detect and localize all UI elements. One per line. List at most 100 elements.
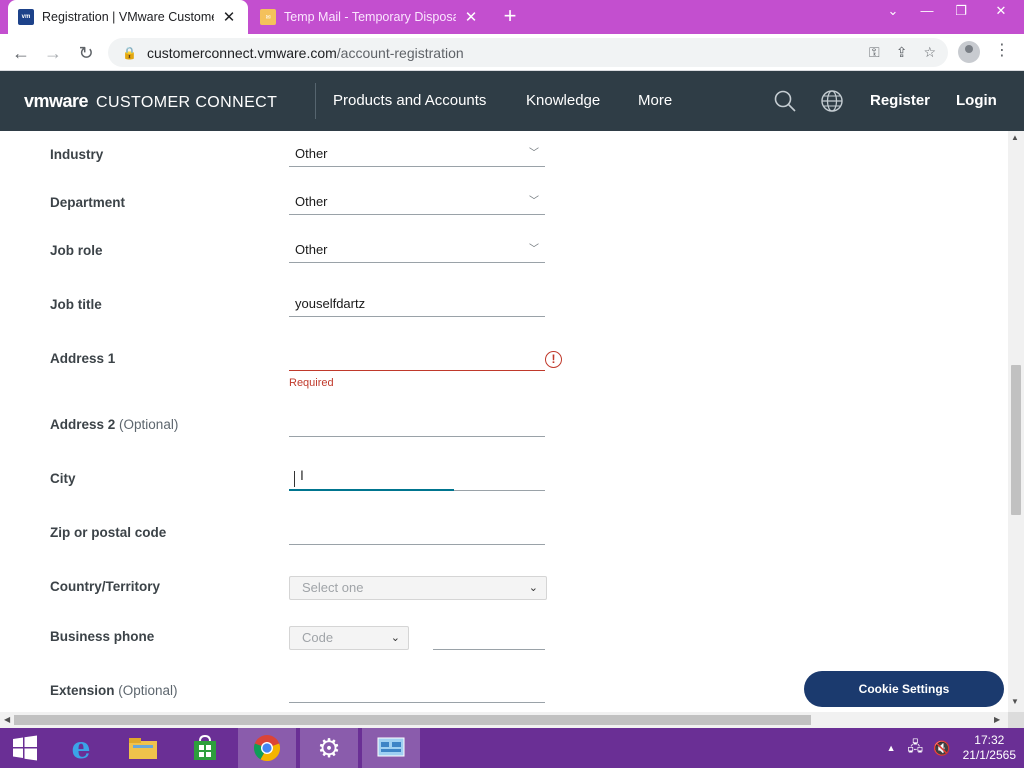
url-path: /account-registration — [336, 44, 464, 61]
error-alert-icon: ! — [545, 351, 562, 368]
search-icon[interactable] — [773, 89, 797, 113]
share-icon[interactable]: ⇪ — [896, 44, 908, 61]
scroll-down-arrow-icon[interactable]: ▼ — [1011, 697, 1019, 706]
job-role-select[interactable]: Other ﹀ — [289, 239, 545, 263]
job-title-input[interactable]: youselfdartz — [289, 293, 545, 317]
browser-menu-icon[interactable]: ⋮ — [994, 40, 1010, 60]
windows-taskbar: e ⚙ ▲ 🖧 🔇 17:32 21/1/2565 — [0, 728, 1024, 768]
country-label: Country/Territory — [50, 579, 161, 594]
show-hidden-icons-icon[interactable]: ▲ — [887, 743, 896, 753]
department-select[interactable]: Other ﹀ — [289, 191, 545, 215]
department-label: Department — [50, 195, 126, 210]
volume-muted-icon[interactable]: 🔇 — [933, 740, 950, 757]
industry-value: Other — [295, 146, 328, 161]
scroll-up-arrow-icon[interactable]: ▲ — [1011, 133, 1019, 142]
lock-icon: 🔒 — [122, 45, 137, 60]
file-explorer-icon[interactable] — [114, 728, 172, 768]
scroll-left-arrow-icon[interactable]: ◀ — [4, 715, 10, 724]
url-host: customerconnect.vmware.com — [146, 44, 337, 61]
scrollbar-corner — [1008, 712, 1024, 728]
chevron-down-icon: ﹀ — [529, 244, 539, 255]
horizontal-scrollbar[interactable]: ◀ ▶ — [0, 712, 1008, 728]
nav-products-and-accounts[interactable]: Products and Accounts — [333, 92, 486, 109]
cookie-settings-button[interactable]: Cookie Settings — [804, 671, 1004, 707]
control-panel-icon[interactable] — [362, 728, 420, 768]
close-window-icon[interactable]: ✕ — [978, 0, 1024, 34]
chevron-down-icon: ⌄ — [528, 582, 538, 594]
i-beam-cursor-icon: Ι — [300, 467, 304, 483]
job-role-label: Job role — [50, 243, 103, 258]
logo-vmware: vmware — [24, 91, 89, 111]
address1-label: Address 1 — [50, 351, 116, 366]
industry-select[interactable]: Other ﹀ — [289, 143, 545, 167]
profile-avatar[interactable] — [958, 41, 980, 63]
zip-input[interactable] — [289, 521, 545, 545]
register-link[interactable]: Register — [870, 92, 930, 109]
chevron-down-icon: ﹀ — [529, 196, 539, 207]
new-tab-button[interactable]: + — [498, 4, 522, 28]
logo-customer-connect: CUSTOMER CONNECT — [96, 94, 278, 111]
optional-tag: (Optional) — [118, 683, 178, 698]
vertical-scroll-thumb[interactable] — [1011, 365, 1021, 515]
job-title-label: Job title — [50, 297, 102, 312]
phone-number-input[interactable] — [433, 626, 545, 650]
login-link[interactable]: Login — [956, 92, 997, 109]
site-header: vmware CUSTOMER CONNECT Products and Acc… — [0, 71, 1024, 131]
vmware-logo[interactable]: vmware CUSTOMER CONNECT — [24, 91, 277, 112]
tab-search-icon[interactable]: ⌄ — [876, 0, 910, 34]
temp-mail-favicon-icon: ✉ — [260, 9, 276, 25]
vertical-scrollbar[interactable]: ▲ ▼ — [1008, 131, 1024, 712]
chevron-down-icon: ﹀ — [529, 148, 539, 159]
tab-temp-mail[interactable]: ✉ Temp Mail - Temporary Disposab ✕ — [250, 0, 490, 34]
address2-label: Address 2 (Optional) — [50, 417, 178, 432]
registration-form: Industry Other ﹀ Department Other ﹀ Job … — [0, 131, 1008, 712]
horizontal-scroll-thumb[interactable] — [14, 715, 811, 725]
scroll-right-arrow-icon[interactable]: ▶ — [994, 715, 1000, 724]
city-input[interactable] — [289, 467, 545, 491]
address-bar[interactable]: 🔒 customerconnect.vmware.com/account-reg… — [108, 38, 948, 67]
address1-error-message: Required — [289, 377, 334, 389]
clock-date: 21/1/2565 — [962, 748, 1016, 762]
tab-close-icon[interactable]: ✕ — [220, 8, 238, 26]
tab-title: Temp Mail - Temporary Disposab — [284, 10, 456, 24]
settings-gear-icon[interactable]: ⚙ — [300, 728, 358, 768]
country-placeholder: Select one — [302, 580, 364, 595]
phone-code-placeholder: Code — [302, 630, 334, 645]
bookmark-star-icon[interactable]: ☆ — [923, 44, 936, 61]
forward-arrow-icon[interactable]: → — [40, 40, 66, 66]
country-select[interactable]: Select one ⌄ — [289, 576, 547, 600]
chrome-icon[interactable] — [238, 728, 296, 768]
city-label: City — [50, 471, 76, 486]
reload-icon[interactable]: ↻ — [73, 40, 99, 66]
header-divider — [315, 83, 316, 119]
nav-knowledge[interactable]: Knowledge — [526, 92, 600, 109]
department-value: Other — [295, 194, 328, 209]
internet-explorer-icon[interactable]: e — [52, 728, 110, 768]
key-icon[interactable]: ⚿ — [869, 44, 880, 61]
minimize-icon[interactable]: — — [910, 0, 944, 34]
network-icon[interactable]: 🖧 — [908, 736, 924, 760]
address2-label-text: Address 2 — [50, 417, 116, 432]
store-icon[interactable] — [176, 728, 234, 768]
extension-label: Extension (Optional) — [50, 683, 178, 698]
taskbar-clock[interactable]: 17:32 21/1/2565 — [963, 733, 1016, 763]
browser-tab-strip: vm Registration | VMware Customer ✕ ✉ Te… — [0, 0, 1024, 34]
optional-tag: (Optional) — [119, 417, 179, 432]
text-caret — [294, 471, 295, 487]
chevron-down-icon: ⌄ — [390, 632, 400, 644]
nav-more[interactable]: More — [638, 92, 672, 109]
system-tray: ▲ 🖧 🔇 17:32 21/1/2565 — [887, 728, 1016, 768]
extension-label-text: Extension — [50, 683, 115, 698]
back-arrow-icon[interactable]: ← — [8, 40, 34, 66]
tab-close-icon[interactable]: ✕ — [462, 8, 480, 26]
address2-input[interactable] — [289, 413, 545, 437]
clock-time: 17:32 — [974, 733, 1005, 747]
extension-input[interactable] — [289, 679, 545, 703]
globe-icon[interactable] — [820, 89, 844, 113]
windows-start-icon[interactable] — [0, 728, 50, 768]
window-controls: ⌄ — ❐ ✕ — [876, 0, 1024, 34]
restore-icon[interactable]: ❐ — [944, 0, 978, 34]
address1-input[interactable] — [289, 347, 545, 371]
tab-registration-vmware[interactable]: vm Registration | VMware Customer ✕ — [8, 0, 248, 34]
phone-code-select[interactable]: Code ⌄ — [289, 626, 409, 650]
